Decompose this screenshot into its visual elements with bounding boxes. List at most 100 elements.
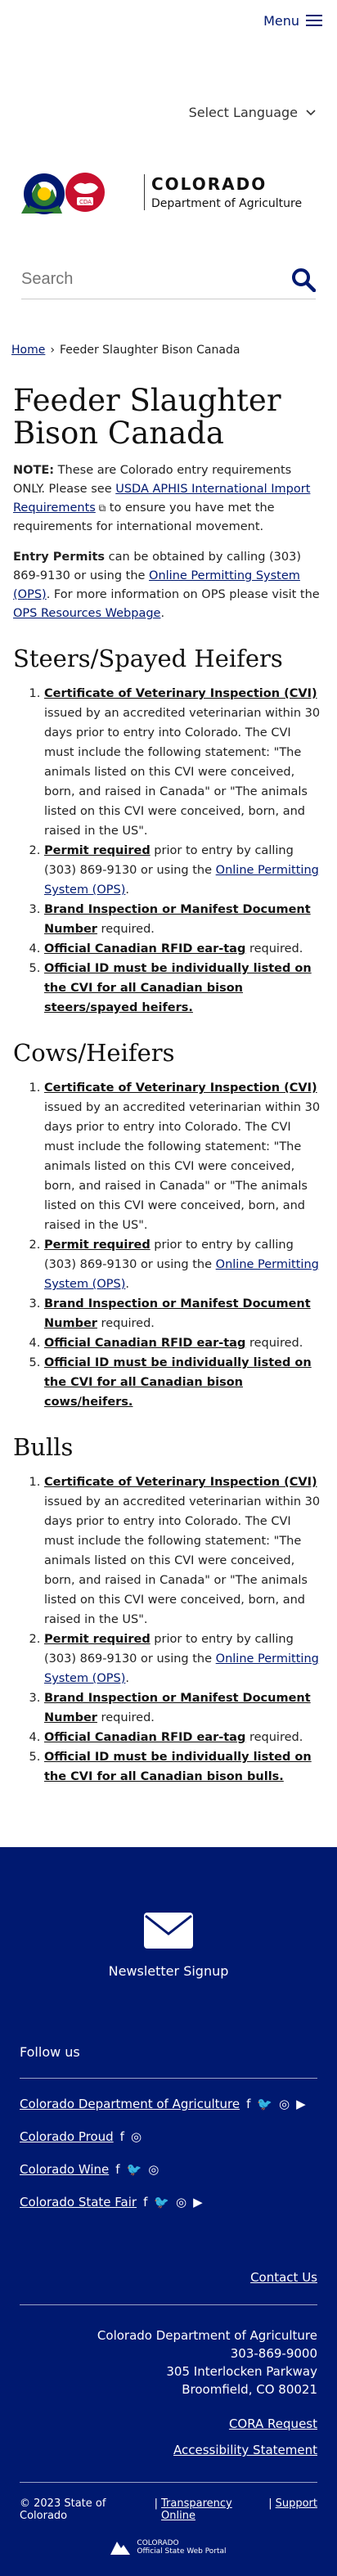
top-bar: Menu (0, 0, 337, 43)
requirement-section: Bulls Certificate of Veterinary Inspectio… (13, 1433, 324, 1787)
social-row-cda: Colorado Department of Agriculture f 🐦 ◎… (20, 2095, 317, 2113)
facebook-icon[interactable]: f (120, 2128, 124, 2146)
list-item: Permit required prior to entry by callin… (44, 1630, 324, 1688)
svg-text:CDA: CDA (79, 199, 92, 205)
instagram-icon[interactable]: ◎ (279, 2095, 290, 2113)
list-item: Official ID must be individually listed … (44, 1353, 324, 1412)
agency-line1: COLORADO (151, 174, 267, 194)
youtube-icon[interactable]: ▶ (296, 2095, 306, 2113)
permit-link[interactable]: Permit required (44, 1633, 151, 1646)
rfid-link[interactable]: Official Canadian RFID ear-tag (44, 1731, 245, 1744)
section-heading: Bulls (13, 1433, 74, 1461)
rfid-text: required. (245, 1337, 303, 1350)
language-label: Select Language (188, 105, 298, 120)
social-fair-link[interactable]: Colorado State Fair (20, 2193, 137, 2211)
rfid-link[interactable]: Official Canadian RFID ear-tag (44, 1337, 245, 1350)
brand-text: required. (97, 1711, 155, 1724)
agency-line2: Department of Agriculture (151, 197, 303, 210)
youtube-icon[interactable]: ▶ (193, 2193, 203, 2211)
agency-name: COLORADO Department of Agriculture (144, 174, 302, 210)
follow-heading: Follow us (20, 2044, 80, 2060)
breadcrumb-current: Feeder Slaughter Bison Canada (59, 344, 240, 357)
search-input[interactable] (21, 270, 267, 289)
site-logo[interactable]: CDA COLORADO Department of Agriculture (0, 164, 337, 221)
list-item: Brand Inspection or Manifest Document Nu… (44, 1688, 324, 1728)
brand-inspection-link[interactable]: Brand Inspection or Manifest Document Nu… (44, 1297, 311, 1330)
permit-paragraph: Entry Permits can be obtained by calling… (13, 548, 324, 623)
menu-button[interactable]: Menu (263, 11, 322, 29)
list-item: Official Canadian RFID ear-tag required. (44, 1333, 324, 1353)
brand-text: required. (97, 1317, 155, 1330)
colorado-portal-icon (110, 2542, 131, 2555)
cvi-text: issued by an accredited veterinarian wit… (44, 1495, 321, 1626)
list-item: Permit required prior to entry by callin… (44, 1235, 324, 1294)
list-item: Certificate of Veterinary Inspection (CV… (44, 684, 324, 841)
instagram-icon[interactable]: ◎ (148, 2160, 159, 2178)
requirement-list: Certificate of Veterinary Inspection (CV… (13, 684, 324, 1018)
official-id-link[interactable]: Official ID must be individually listed … (44, 962, 312, 1014)
list-item: Official ID must be individually listed … (44, 959, 324, 1018)
facebook-icon[interactable]: f (115, 2160, 119, 2178)
ops-resources-link[interactable]: OPS Resources Webpage (13, 607, 160, 620)
chevron-down-icon (306, 109, 316, 115)
contact-block: Contact Us (20, 2268, 317, 2286)
permit-link[interactable]: Permit required (44, 844, 151, 857)
search-icon[interactable] (291, 267, 316, 292)
colorado-logo-icon: CDA (21, 173, 105, 214)
twitter-icon[interactable]: 🐦 (154, 2193, 169, 2211)
social-cda-link[interactable]: Colorado Department of Agriculture (20, 2095, 240, 2113)
rfid-link[interactable]: Official Canadian RFID ear-tag (44, 942, 245, 955)
list-item: Brand Inspection or Manifest Document Nu… (44, 900, 324, 939)
divider (20, 2304, 317, 2305)
contact-us-link[interactable]: Contact Us (250, 2270, 317, 2285)
copyright: © 2023 State of Colorado (20, 2497, 106, 2522)
cora-link[interactable]: CORA Request (229, 2416, 317, 2431)
state-portal-logo[interactable]: COLORADO Official State Web Portal (20, 2538, 317, 2556)
envelope-icon[interactable] (142, 1911, 195, 1950)
brand-inspection-link[interactable]: Brand Inspection or Manifest Document Nu… (44, 903, 311, 936)
address-block: Colorado Department of Agriculture 303-8… (20, 2326, 317, 2459)
cvi-text: issued by an accredited veterinarian wit… (44, 1101, 321, 1232)
accessibility-link[interactable]: Accessibility Statement (173, 2443, 317, 2457)
newsletter-signup-link[interactable]: Newsletter Signup (20, 1963, 317, 1979)
cvi-link[interactable]: Certificate of Veterinary Inspection (CV… (44, 1476, 317, 1489)
section-heading: Steers/Spayed Heifers (13, 645, 283, 672)
cvi-link[interactable]: Certificate of Veterinary Inspection (CV… (44, 687, 317, 700)
phone: 303-869-9000 (230, 2346, 317, 2361)
list-item: Permit required prior to entry by callin… (44, 841, 324, 900)
social-row-wine: Colorado Wine f 🐦 ◎ (20, 2160, 317, 2178)
social-proud-link[interactable]: Colorado Proud (20, 2128, 114, 2146)
brand-inspection-link[interactable]: Brand Inspection or Manifest Document Nu… (44, 1692, 311, 1724)
breadcrumb-home[interactable]: Home (11, 344, 45, 357)
cvi-link[interactable]: Certificate of Veterinary Inspection (CV… (44, 1081, 317, 1095)
list-item: Brand Inspection or Manifest Document Nu… (44, 1294, 324, 1333)
street: 305 Interlocken Parkway (166, 2364, 317, 2379)
cvi-text: issued by an accredited veterinarian wit… (44, 707, 321, 838)
main-content: Feeder Slaughter Bison Canada NOTE: Thes… (0, 384, 337, 1787)
list-item: Certificate of Veterinary Inspection (CV… (44, 1472, 324, 1630)
facebook-icon[interactable]: f (143, 2193, 147, 2211)
permit-text2: . For more information on OPS please vis… (46, 588, 320, 601)
list-item: Official Canadian RFID ear-tag required. (44, 939, 324, 959)
menu-label: Menu (263, 12, 299, 29)
requirement-section: Steers/Spayed Heifers Certificate of Vete… (13, 645, 324, 1018)
official-id-link[interactable]: Official ID must be individually listed … (44, 1356, 312, 1409)
hamburger-icon (306, 11, 322, 29)
support-link[interactable]: Support (276, 2497, 317, 2522)
twitter-icon[interactable]: 🐦 (127, 2160, 142, 2178)
official-id-link[interactable]: Official ID must be individually listed … (44, 1751, 312, 1783)
permit-text3: . (160, 607, 165, 620)
instagram-icon[interactable]: ◎ (131, 2128, 142, 2146)
org-name: Colorado Department of Agriculture (97, 2328, 317, 2343)
language-select[interactable]: Select Language (189, 105, 316, 120)
list-item: Official ID must be individually listed … (44, 1747, 324, 1787)
brand-text: required. (97, 923, 155, 936)
twitter-icon[interactable]: 🐦 (257, 2095, 272, 2113)
language-bar: Select Language (0, 105, 337, 151)
permit-link[interactable]: Permit required (44, 1239, 151, 1252)
facebook-icon[interactable]: f (246, 2095, 250, 2113)
instagram-icon[interactable]: ◎ (176, 2193, 186, 2211)
social-wine-link[interactable]: Colorado Wine (20, 2160, 109, 2178)
portal-line1: COLORADO (137, 2539, 179, 2547)
transparency-link[interactable]: Transparency Online (161, 2497, 265, 2522)
